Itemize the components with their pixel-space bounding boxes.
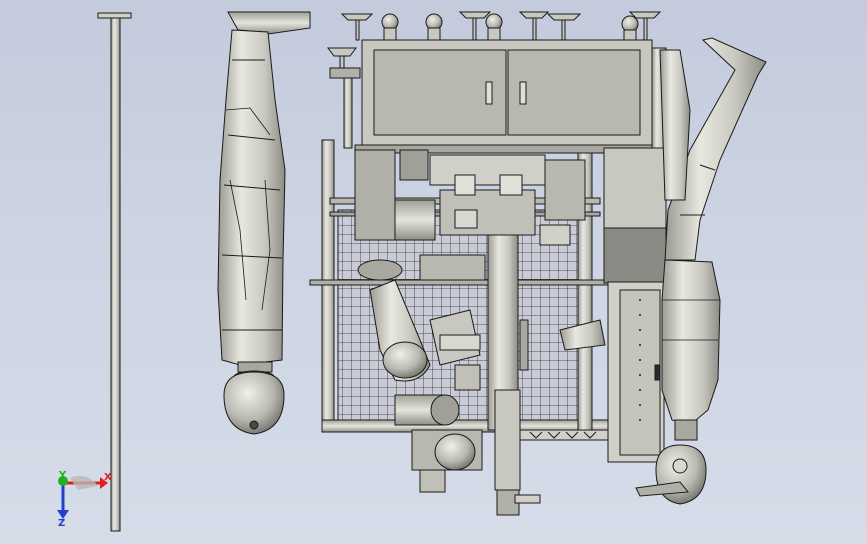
- control-cabinet[interactable]: [603, 147, 667, 463]
- x-axis-label: X: [104, 472, 112, 483]
- cad-viewport[interactable]: X Y Z: [0, 0, 867, 544]
- left-robot-arm[interactable]: [217, 11, 311, 435]
- z-axis-label: Z: [58, 518, 65, 529]
- axis-triad: X Y Z: [57, 470, 112, 529]
- top-cabinet[interactable]: [329, 39, 667, 154]
- model-view[interactable]: X Y Z: [0, 0, 867, 544]
- support-pole[interactable]: [97, 12, 132, 532]
- y-axis-label: Y: [58, 470, 67, 481]
